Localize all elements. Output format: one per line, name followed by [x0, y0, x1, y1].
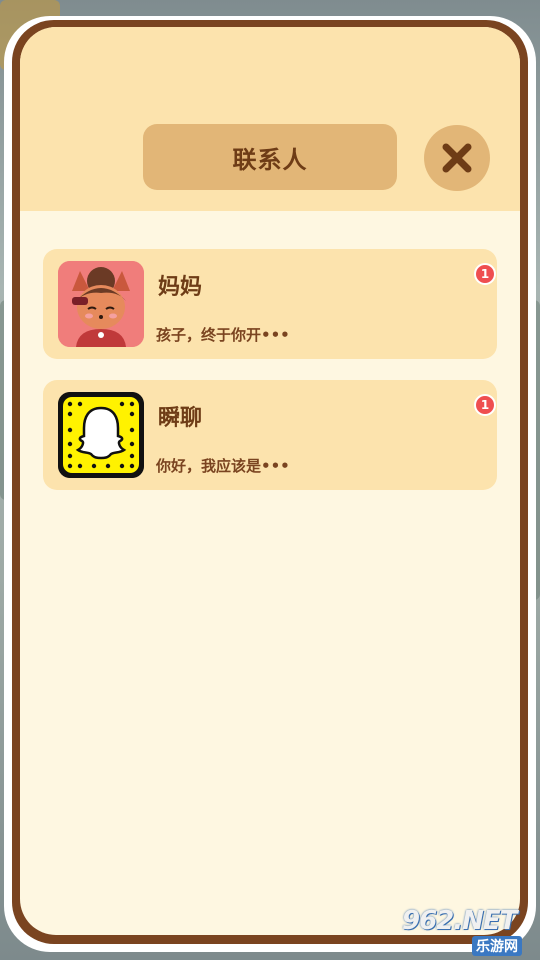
contact-item-mom[interactable]: 妈妈 孩子，终于你开••• 1: [43, 249, 497, 359]
unread-badge: 1: [474, 394, 496, 416]
close-button[interactable]: [424, 125, 490, 191]
contact-message-preview: 孩子，终于你开•••: [156, 326, 290, 344]
contact-item-shunliao[interactable]: 瞬聊 你好，我应该是••• 1: [43, 380, 497, 490]
contacts-dialog: 联系人 妈妈 孩子，终于你开••• 1 瞬聊 你好，我应该是••• 1: [20, 27, 520, 935]
dialog-title: 联系人: [143, 124, 397, 190]
unread-badge: 1: [474, 263, 496, 285]
ghost-app-icon: [58, 392, 144, 478]
contact-name: 瞬聊: [158, 406, 203, 431]
contact-name: 妈妈: [158, 275, 203, 300]
fox-girl-avatar-icon: [58, 261, 144, 347]
close-icon: [442, 143, 472, 173]
site-watermark: 962.NET 乐游网: [400, 906, 536, 956]
dialog-title-text: 联系人: [232, 145, 308, 174]
watermark-site-name: 乐游网: [472, 936, 522, 956]
watermark-logo-text: 962.NET: [402, 906, 517, 936]
contact-message-preview: 你好，我应该是•••: [156, 457, 290, 475]
